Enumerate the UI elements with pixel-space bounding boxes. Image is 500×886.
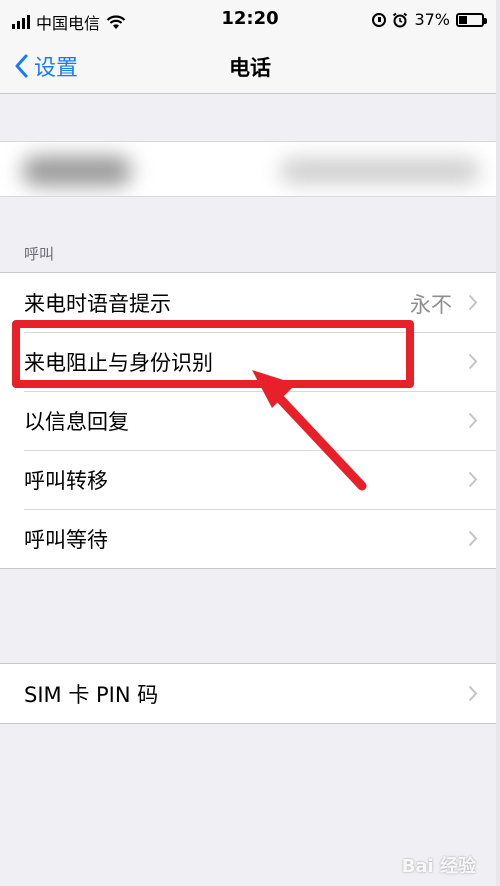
status-right: 37% [372, 10, 487, 29]
section-header-calls: 呼叫 [24, 245, 55, 263]
my-number-row[interactable] [0, 141, 496, 197]
row-value: 永不 [410, 293, 452, 317]
chevron-right-icon [468, 471, 478, 488]
nav-bar: 设置 电话 [0, 42, 500, 94]
highlight-box [12, 320, 414, 388]
sim-group: SIM 卡 PIN 码 [0, 663, 496, 724]
battery-icon [456, 12, 487, 27]
row-label: 呼叫等待 [24, 527, 108, 552]
chevron-right-icon [468, 294, 478, 311]
phone-settings-screen: 中国电信 12:20 37% 设置 电话 呼叫 来电时语音提示 永不 来电阻止与… [0, 0, 500, 886]
watermark-logo: Bai 经验 [401, 856, 476, 877]
list-item-call-waiting[interactable]: 呼叫等待 [0, 509, 496, 568]
battery-percent: 37% [414, 10, 450, 29]
list-item-call-forwarding[interactable]: 呼叫转移 [0, 450, 496, 509]
row-label: SIM 卡 PIN 码 [24, 682, 159, 707]
chevron-right-icon [468, 685, 478, 702]
row-label: 以信息回复 [24, 409, 129, 434]
row-label: 呼叫转移 [24, 468, 108, 493]
page-title: 电话 [229, 56, 271, 80]
battery-fill [459, 15, 468, 24]
list-item-sim-pin[interactable]: SIM 卡 PIN 码 [0, 664, 496, 723]
list-item-respond-with-text[interactable]: 以信息回复 [0, 391, 496, 450]
chevron-right-icon [468, 353, 478, 370]
calls-group: 来电时语音提示 永不 来电阻止与身份识别 以信息回复 呼叫转移 呼叫等待 [0, 272, 496, 569]
row-label: 来电时语音提示 [24, 291, 171, 316]
blurred-label [22, 156, 132, 186]
alarm-icon [393, 12, 408, 27]
status-bar: 中国电信 12:20 37% [0, 0, 500, 42]
chevron-right-icon [468, 412, 478, 429]
edge-strip [496, 0, 500, 886]
chevron-right-icon [468, 530, 478, 547]
battery-tip [484, 17, 487, 24]
blurred-value [280, 158, 480, 184]
orientation-lock-icon [372, 12, 387, 27]
